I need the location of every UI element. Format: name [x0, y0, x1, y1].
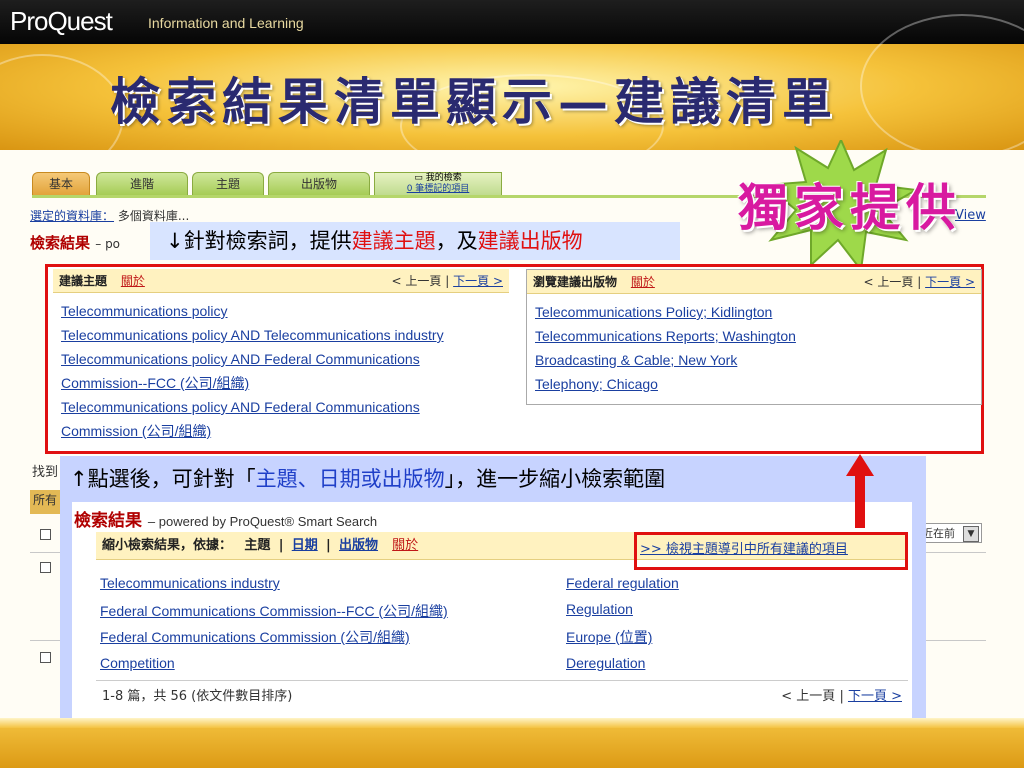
narrow-topic: 主題 — [244, 538, 271, 553]
inner-results-title: 檢索結果 — [74, 511, 142, 531]
topics-prev: < 上一頁 — [391, 274, 442, 288]
tab-topic[interactable]: 主題 — [192, 172, 264, 195]
suggested-pubs-header: 瀏覽建議出版物 關於 < 上一頁 | 下一頁 > — [527, 270, 981, 294]
callout1-pubs: 建議出版物 — [477, 229, 583, 253]
folder-icon: ▭ — [414, 173, 423, 183]
footer-highlight — [0, 718, 1024, 728]
footer-band — [0, 718, 1024, 768]
results-title: 檢索結果 — [30, 234, 91, 252]
results-heading: 檢索結果 – po — [30, 232, 120, 253]
topic-link-cont[interactable]: Commission (公司/組織) — [53, 419, 509, 443]
pubs-next-link[interactable]: 下一頁 > — [925, 275, 975, 289]
chevron-down-icon: ▼ — [963, 526, 979, 542]
narrow-topic-link[interactable]: Telecommunications industry — [100, 575, 280, 591]
narrow-label: 縮小檢索結果，依據： — [102, 538, 233, 553]
narrow-date-link[interactable]: 日期 — [292, 538, 318, 553]
narrow-sep: | — [326, 538, 331, 553]
narrow-topic-link[interactable]: Federal regulation — [566, 575, 679, 591]
inner-pager: < 上一頁 | 下一頁 > — [781, 681, 902, 713]
up-arrow-shaft — [855, 474, 865, 528]
callout2-suffix: 」，進一步縮小檢索範圍 — [444, 467, 666, 491]
narrow-about-link[interactable]: 關於 — [392, 538, 418, 553]
topics-pager-sep: | — [445, 274, 450, 288]
inner-footer: 1-8 篇，共 56 (依文件數目排序) < 上一頁 | 下一頁 > — [96, 680, 908, 712]
publication-link[interactable]: Telecommunications Reports; Washington — [527, 324, 981, 348]
publication-link[interactable]: Telephony; Chicago — [527, 372, 981, 396]
pubs-pager-sep: | — [917, 275, 922, 289]
callout-suggestions: ↓針對檢索詞，提供建議主題，及建議出版物 — [150, 222, 680, 260]
pubs-prev: < 上一頁 — [863, 275, 914, 289]
my-search-label: 我的檢索 — [425, 173, 462, 183]
selected-db-value: 多個資料庫... — [117, 209, 190, 223]
publication-link[interactable]: Telecommunications Policy; Kidlington — [527, 300, 981, 324]
narrow-topic-link[interactable]: Federal Communications Commission (公司/組織… — [100, 627, 410, 647]
callout2-highlight: 主題、日期或出版物 — [255, 467, 445, 491]
up-arrow-icon — [846, 454, 874, 476]
narrow-sep: | — [278, 538, 284, 553]
narrow-publication-link[interactable]: 出版物 — [339, 538, 378, 553]
result-checkbox[interactable] — [40, 562, 51, 573]
topics-pager: < 上一頁 | 下一頁 > — [392, 269, 503, 293]
topics-about-link[interactable]: 關於 — [121, 274, 145, 288]
suggested-pubs-panel: 瀏覽建議出版物 關於 < 上一頁 | 下一頁 > Telecommunicati… — [526, 269, 982, 405]
narrow-topic-link[interactable]: Federal Communications Commission--FCC (… — [100, 601, 448, 621]
suggested-topics-title: 建議主題 — [59, 274, 108, 288]
result-count: 1-8 篇，共 56 (依文件數目排序) — [102, 689, 293, 704]
brand-tagline: Information and Learning — [148, 15, 304, 31]
callout-narrow: ↑點選後，可針對「主題、日期或出版物」，進一步縮小檢索範圍 — [70, 463, 665, 493]
suggested-topics-panel: 建議主題 關於 < 上一頁 | 下一頁 > Telecommunications… — [53, 269, 509, 451]
narrow-topic-link[interactable]: Competition — [100, 655, 175, 671]
view-all-suggestions-link[interactable]: >> 檢視主題導引中所有建議的項目 — [640, 538, 848, 557]
publication-link[interactable]: Broadcasting & Cable; New York — [527, 348, 981, 372]
inner-next-link[interactable]: 下一頁 > — [848, 689, 902, 704]
inner-pager-sep: | — [839, 689, 844, 704]
topics-next-link[interactable]: 下一頁 > — [453, 274, 503, 288]
suggested-pubs-title: 瀏覽建議出版物 — [533, 275, 618, 289]
tab-basic[interactable]: 基本 — [32, 172, 90, 195]
select-all-checkbox[interactable] — [40, 529, 51, 540]
topic-link[interactable]: Telecommunications policy AND Federal Co… — [53, 347, 509, 371]
callout1-mid: ，及 — [435, 229, 478, 253]
top-brand-bar: ProQuest Information and Learning — [0, 0, 1024, 44]
callout1-topic: 建議主題 — [351, 229, 436, 253]
selected-db-link[interactable]: 選定的資料庫： — [30, 209, 114, 223]
marked-items-link[interactable]: 0 筆標記的項目 — [407, 184, 470, 194]
suggested-topics-header: 建議主題 關於 < 上一頁 | 下一頁 > — [53, 269, 509, 293]
suggestions-box: 建議主題 關於 < 上一頁 | 下一頁 > Telecommunications… — [45, 264, 984, 454]
proquest-logo: ProQuest — [10, 6, 113, 36]
powered-by-smart-search: – powered by ProQuest® Smart Search — [147, 514, 378, 529]
narrow-topic-link[interactable]: Deregulation — [566, 655, 645, 671]
topic-link[interactable]: Telecommunications policy AND Federal Co… — [53, 395, 509, 419]
callout1-prefix: ↓針對檢索詞，提供 — [166, 229, 352, 253]
inner-results-heading: 檢索結果 – powered by ProQuest® Smart Search — [74, 506, 377, 531]
inner-prev: < 上一頁 — [781, 689, 836, 704]
pubs-about-link[interactable]: 關於 — [631, 275, 655, 289]
tab-advanced[interactable]: 進階 — [96, 172, 188, 195]
narrow-topic-link[interactable]: Regulation — [566, 601, 633, 617]
powered-by-short: – po — [95, 237, 121, 251]
narrow-topic-link[interactable]: Europe (位置) — [566, 627, 652, 647]
slide-title: 檢索結果清單顯示—建議清單 — [110, 72, 838, 131]
callout2-prefix: ↑點選後，可針對「 — [70, 467, 256, 491]
result-checkbox[interactable] — [40, 652, 51, 663]
topic-link[interactable]: Telecommunications policy AND Telecommun… — [53, 323, 509, 347]
pubs-pager: < 上一頁 | 下一頁 > — [864, 270, 975, 294]
topic-link-cont[interactable]: Commission--FCC (公司/組織) — [53, 371, 509, 395]
topic-link[interactable]: Telecommunications policy — [53, 299, 509, 323]
exclusive-badge: 獨家提供 — [738, 178, 962, 237]
found-label: 找到 — [32, 465, 59, 480]
tab-publication[interactable]: 出版物 — [268, 172, 370, 195]
